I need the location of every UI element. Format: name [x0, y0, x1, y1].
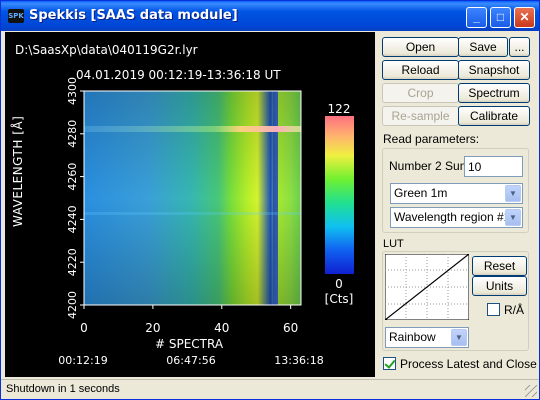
region-select-value: Wavelength region #1	[394, 210, 511, 224]
number-2-sum-input[interactable]: 10	[464, 156, 523, 177]
colorbar	[325, 116, 354, 274]
lut-reset-button[interactable]: Reset	[472, 256, 527, 276]
status-text: Shutdown in 1 seconds	[6, 383, 120, 395]
x-tick-label: 40	[214, 321, 229, 335]
lut-label: LUT	[383, 238, 404, 250]
maximize-button[interactable]: □	[490, 7, 511, 28]
camera-select-value: Green 1m	[394, 186, 448, 200]
more-button[interactable]: ...	[509, 37, 530, 57]
title-bar[interactable]: SPK Spekkis [SAAS data module] _ □ ✕	[1, 1, 539, 31]
emission-line-4284	[84, 126, 301, 132]
read-parameters-label: Read parameters:	[383, 132, 480, 146]
time-tick-mid: 06:47:56	[166, 354, 215, 367]
r-a-checkbox[interactable]	[487, 303, 500, 316]
reload-button[interactable]: Reload	[382, 60, 459, 80]
lut-units-button[interactable]: Units	[472, 276, 527, 296]
crop-button[interactable]: Crop	[382, 83, 459, 103]
y-tick-label: 4260	[66, 163, 79, 191]
chevron-down-icon: ▼	[505, 185, 521, 202]
time-tick-end: 13:36:18	[274, 354, 323, 367]
lut-curve-plot[interactable]	[385, 254, 469, 320]
spekkis-app-icon[interactable]: SPK	[8, 9, 24, 23]
y-tick-label: 4300	[66, 77, 79, 105]
minimize-button[interactable]: _	[466, 7, 487, 28]
x-ticks: 0 20 40 60	[80, 305, 298, 335]
process-latest-checkbox[interactable]	[383, 357, 396, 370]
colorbar-max-label: 122	[328, 102, 351, 116]
window-title: Spekkis [SAAS data module]	[29, 8, 238, 23]
colormap-select-value: Rainbow	[389, 330, 436, 344]
resample-button[interactable]: Re-sample	[382, 106, 459, 126]
spectrum-button[interactable]: Spectrum	[458, 83, 530, 103]
calibrate-button[interactable]: Calibrate	[458, 106, 530, 126]
y-tick-label: 4240	[66, 205, 79, 233]
x-tick-label: 0	[80, 321, 88, 335]
read-parameters-group: Number 2 Sum 10 Green 1m ▼ Wavelength re…	[382, 148, 529, 233]
lut-group: Reset Units R/Å Rainbow ▼	[382, 251, 529, 351]
colorbar-min-label: 0	[335, 277, 343, 291]
number-2-sum-label: Number 2 Sum	[389, 159, 470, 173]
chevron-down-icon: ▼	[505, 209, 521, 226]
time-tick-start: 00:12:19	[58, 354, 107, 367]
save-button[interactable]: Save	[458, 37, 508, 57]
chevron-down-icon: ▼	[451, 329, 467, 346]
colorbar-unit-label: [Cts]	[325, 292, 354, 306]
region-select[interactable]: Wavelength region #1 ▼	[390, 207, 523, 228]
r-a-label: R/Å	[504, 303, 525, 317]
spectrogram-shading	[84, 91, 301, 305]
dark-column-56	[273, 91, 278, 305]
status-bar: Shutdown in 1 seconds	[1, 379, 539, 399]
spectrogram-svg: 4200 4220 4240 4260 4280 4300 0 20 40 60 00:12:1…	[58, 77, 354, 367]
resize-grip-icon[interactable]	[525, 385, 537, 397]
colormap-select[interactable]: Rainbow ▼	[385, 327, 469, 348]
y-tick-label: 4280	[66, 120, 79, 148]
x-tick-label: 60	[283, 321, 298, 335]
camera-select[interactable]: Green 1m ▼	[390, 183, 523, 204]
process-latest-label: Process Latest and Close	[400, 357, 537, 371]
y-ticks: 4200 4220 4240 4260 4280 4300	[66, 77, 84, 319]
open-button[interactable]: Open	[382, 37, 459, 57]
faint-line	[84, 212, 301, 215]
y-tick-label: 4200	[66, 291, 79, 319]
snapshot-button[interactable]: Snapshot	[458, 60, 530, 80]
y-tick-label: 4220	[66, 248, 79, 276]
close-button[interactable]: ✕	[514, 7, 535, 28]
app-window: SPK Spekkis [SAAS data module] _ □ ✕ D:\…	[0, 0, 540, 400]
x-tick-label: 20	[145, 321, 160, 335]
spectrogram-panel: D:\SaasXp\data\040119G2r.lyr 04.01.2019 …	[5, 32, 375, 377]
